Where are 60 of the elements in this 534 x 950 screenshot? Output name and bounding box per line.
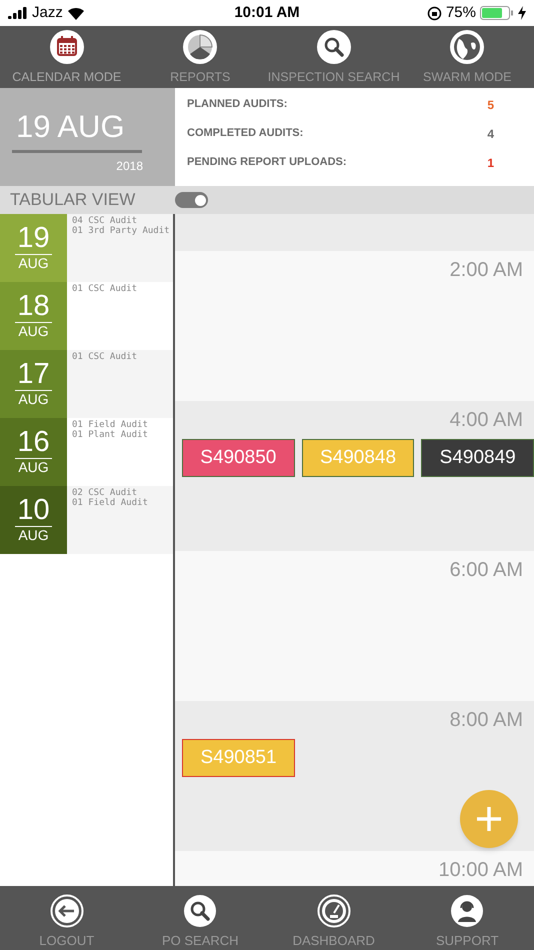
speedometer-icon xyxy=(316,894,351,928)
audit-count: 02 CSC Audit xyxy=(72,488,138,498)
date-tile: 10 AUG xyxy=(0,486,67,554)
stat-label: PLANNED AUDITS: xyxy=(187,97,288,112)
stat-value: 5 xyxy=(487,97,494,114)
nav-tab[interactable]: REPORTS xyxy=(134,26,267,88)
nav-tab[interactable]: DASHBOARD xyxy=(267,886,400,950)
current-year: 2018 xyxy=(116,158,144,175)
globe-icon xyxy=(449,29,486,66)
audit-chip[interactable]: S490848 xyxy=(302,439,414,477)
date-tile: 17 AUG xyxy=(0,350,67,418)
audit-chip[interactable]: S490851 xyxy=(182,739,295,777)
rotation-lock-icon xyxy=(426,6,442,20)
nav-tab[interactable]: INSPECTION SEARCH xyxy=(267,26,400,88)
time-label: 2:00 AM xyxy=(450,258,524,283)
battery-percent: 75% xyxy=(446,2,476,23)
carrier-name: Jazz xyxy=(32,2,63,23)
audit-chip[interactable]: S490849 xyxy=(421,439,534,477)
date-tile: 18 AUG xyxy=(0,282,67,350)
audit-count: 04 CSC Audit xyxy=(72,216,138,226)
search-icon xyxy=(183,894,218,928)
wifi-icon xyxy=(66,6,85,20)
clock-time: 10:01 AM xyxy=(234,2,300,23)
day-row[interactable]: 17 AUG 01 CSC Audit xyxy=(0,350,173,418)
stat-label: COMPLETED AUDITS: xyxy=(187,126,304,141)
stat-value: 1 xyxy=(487,155,494,172)
nav-tab[interactable]: PO SEARCH xyxy=(134,886,267,950)
toggle-switch[interactable] xyxy=(175,192,208,208)
audit-count: 01 Field Audit xyxy=(72,420,148,430)
time-label: 8:00 AM xyxy=(450,708,524,733)
nav-tab[interactable]: LOGOUT xyxy=(0,886,134,950)
charging-icon xyxy=(518,6,526,20)
date-tile: 19 AUG xyxy=(0,214,67,282)
nav-tab[interactable]: CALENDAR MODE xyxy=(0,26,134,88)
calendar-icon xyxy=(48,29,85,66)
audit-count: 01 Plant Audit xyxy=(72,430,148,440)
stat-label: PENDING REPORT UPLOADS: xyxy=(187,155,347,170)
time-label: 4:00 AM xyxy=(450,408,524,433)
date-tile: 16 AUG xyxy=(0,418,67,486)
pie-chart-icon xyxy=(182,29,218,66)
day-row[interactable]: 10 AUG 02 CSC Audit 01 Field Audit xyxy=(0,486,173,554)
stat-value: 4 xyxy=(487,126,494,143)
audit-count: 01 CSC Audit xyxy=(72,284,138,294)
audit-chip[interactable]: S490850 xyxy=(182,439,295,477)
signal-icon xyxy=(8,7,28,19)
tabular-view-label: TABULAR VIEW xyxy=(9,189,136,212)
battery-icon xyxy=(480,6,514,20)
audit-count: 01 CSC Audit xyxy=(72,352,138,362)
time-label: 6:00 AM xyxy=(450,558,524,583)
audit-count: 01 3rd Party Audit xyxy=(72,226,170,236)
current-date: 19 AUG xyxy=(15,108,126,146)
headset-person-icon xyxy=(450,894,484,928)
plus-icon xyxy=(475,805,503,833)
nav-tab[interactable]: SUPPORT xyxy=(400,886,534,950)
search-icon xyxy=(316,29,352,66)
nav-tab[interactable]: SWARM MODE xyxy=(400,26,534,88)
day-row[interactable]: 19 AUG 04 CSC Audit 01 3rd Party Audit xyxy=(0,214,173,282)
audit-count: 01 Field Audit xyxy=(72,498,148,508)
logout-icon xyxy=(50,894,84,928)
time-label: 10:00 AM xyxy=(438,858,524,883)
